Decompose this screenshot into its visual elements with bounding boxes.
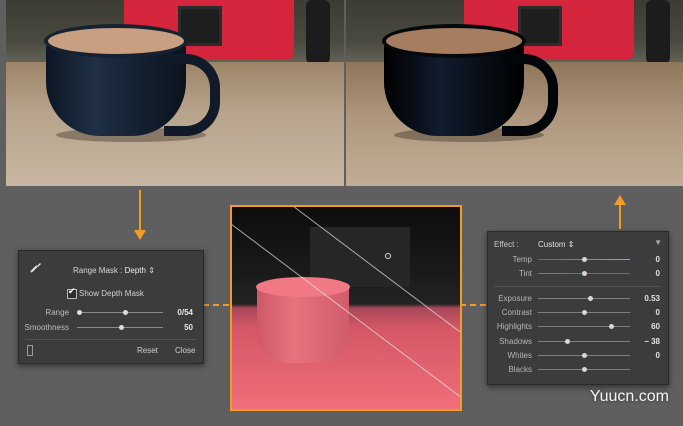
smoothness-value: 50 [184, 323, 193, 332]
blacks-slider-thumb[interactable] [582, 367, 587, 372]
temp-value: 0 [655, 255, 660, 264]
connector-right [460, 304, 486, 306]
up-arrow-icon [619, 205, 621, 229]
down-arrow-head-icon [134, 230, 146, 240]
depth-mask-preview [230, 205, 462, 411]
highlights-slider[interactable] [538, 326, 630, 327]
effect-value: Custom [538, 240, 566, 249]
range-value: 0/54 [177, 308, 193, 317]
smoothness-label: Smoothness [24, 323, 69, 332]
contrast-slider-thumb[interactable] [582, 310, 587, 315]
contrast-value: 0 [655, 308, 660, 317]
blacks-label: Blacks [508, 365, 532, 374]
divider [494, 286, 660, 287]
eyedropper-icon[interactable] [29, 260, 43, 274]
tint-value: 0 [655, 269, 660, 278]
exposure-label: Exposure [498, 294, 532, 303]
show-depth-mask-checkbox[interactable]: ✔ [67, 286, 77, 299]
before-photo [6, 0, 344, 186]
range-mask-value: Depth [124, 266, 146, 275]
contrast-label: Contrast [501, 308, 532, 317]
highlights-slider-thumb[interactable] [609, 324, 614, 329]
collapse-triangle-icon[interactable]: ▼ [654, 238, 662, 247]
select-arrows-icon: ⇕ [148, 266, 155, 275]
exposure-value: 0.53 [644, 294, 660, 303]
shadows-value: − 38 [644, 337, 660, 346]
exposure-slider-thumb[interactable] [588, 296, 593, 301]
select-arrows-icon: ⇕ [567, 240, 575, 249]
whites-label: Whites [507, 351, 532, 360]
reset-button[interactable]: Reset [137, 346, 158, 355]
whites-slider-thumb[interactable] [582, 353, 587, 358]
divider [25, 339, 197, 340]
show-depth-mask-label: Show Depth Mask [79, 289, 144, 298]
smoothness-slider-thumb[interactable] [119, 325, 124, 330]
effect-panel: Effect : Custom ⇕ ▼ Temp 0 Tint 0 Exposu… [487, 231, 669, 385]
range-slider-right-thumb[interactable] [123, 310, 128, 315]
range-mask-panel: Range Mask : Depth ⇕ ✔ Show Depth Mask R… [18, 250, 204, 364]
mask-center-pin[interactable] [385, 253, 391, 259]
temp-label: Temp [512, 255, 532, 264]
after-photo [346, 0, 683, 186]
shadows-label: Shadows [499, 337, 532, 346]
range-slider-left-thumb[interactable] [77, 310, 82, 315]
tint-label: Tint [518, 269, 532, 278]
down-arrow-icon [139, 190, 141, 230]
highlights-label: Highlights [496, 322, 532, 331]
effect-select[interactable]: Custom ⇕ [538, 240, 575, 249]
range-label: Range [45, 308, 69, 317]
shadows-slider[interactable] [538, 341, 630, 342]
effect-label: Effect : [494, 240, 519, 249]
watermark: Yuucn.com [589, 388, 669, 405]
temp-slider-thumb[interactable] [582, 257, 587, 262]
mask-toggle-icon[interactable] [27, 345, 33, 356]
range-mask-label: Range Mask : [73, 266, 123, 275]
exposure-slider[interactable] [538, 298, 630, 299]
whites-value: 0 [655, 351, 660, 360]
up-arrow-head-icon [614, 195, 626, 205]
tint-slider-thumb[interactable] [582, 271, 587, 276]
range-slider[interactable] [77, 312, 163, 313]
highlights-value: 60 [651, 322, 660, 331]
range-mask-select[interactable]: Range Mask : Depth ⇕ [73, 266, 155, 275]
connector-left [203, 304, 229, 306]
shadows-slider-thumb[interactable] [565, 339, 570, 344]
close-button[interactable]: Close [175, 346, 195, 355]
